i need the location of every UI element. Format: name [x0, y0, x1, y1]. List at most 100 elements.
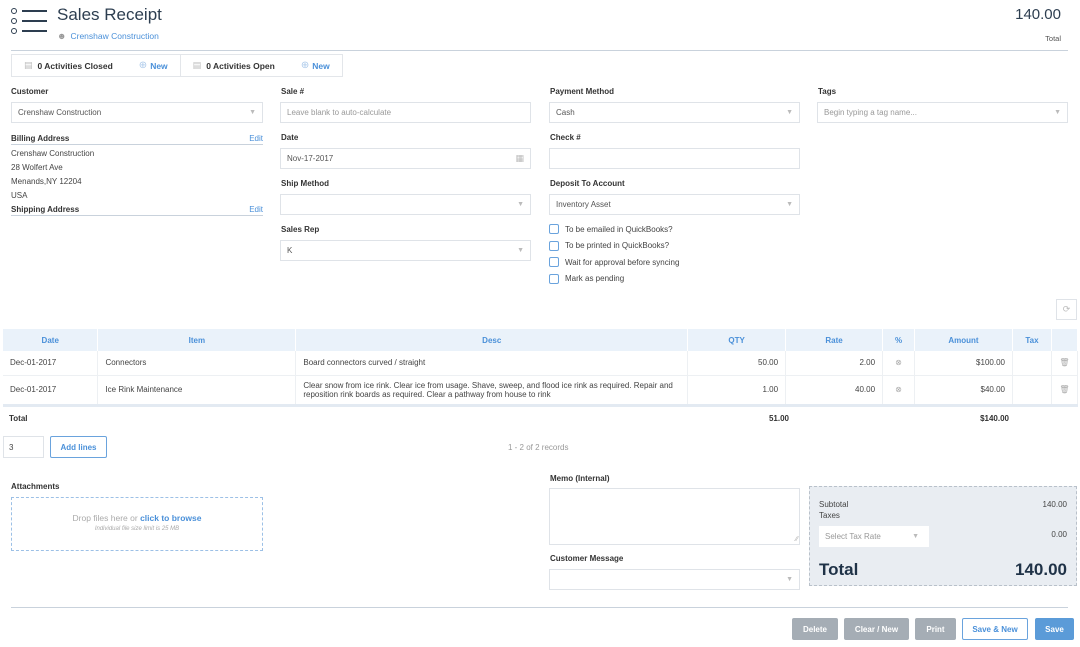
print-button[interactable]: Print: [915, 618, 956, 640]
browse-link[interactable]: click to browse: [140, 513, 201, 523]
deposit-to-label: Deposit To Account: [550, 179, 625, 188]
cell-qty[interactable]: 50.00: [687, 351, 787, 376]
attachments-label: Attachments: [11, 482, 60, 491]
totals-label: Total: [9, 414, 28, 423]
cell-percent[interactable]: ⊗: [882, 375, 916, 407]
file-size-limit: Individual file size limit is 25 MB: [94, 526, 180, 532]
circle-x-icon[interactable]: ⊗: [895, 358, 902, 367]
trash-icon[interactable]: 🗑: [1059, 385, 1069, 394]
chevron-down-icon: ▼: [912, 533, 919, 540]
calendar-icon[interactable]: ▦: [515, 153, 524, 164]
subtotal-label: Subtotal: [819, 500, 849, 509]
ship-method-select[interactable]: ▼: [280, 194, 531, 215]
checkbox-box[interactable]: [549, 240, 559, 251]
emailed-checkbox[interactable]: To be emailed in QuickBooks?: [549, 221, 679, 238]
customer-label: Customer: [11, 87, 49, 96]
cell-rate[interactable]: 2.00: [785, 351, 884, 376]
cell-percent[interactable]: ⊗: [882, 351, 916, 376]
save-button[interactable]: Save: [1035, 618, 1074, 640]
pending-checkbox[interactable]: Mark as pending: [549, 271, 679, 288]
customer-link-label: Crenshaw Construction: [70, 31, 159, 41]
page-title: Sales Receipt: [57, 5, 162, 24]
tags-input[interactable]: Begin typing a tag name... ▼: [817, 102, 1068, 123]
checkbox-box[interactable]: [549, 273, 559, 284]
header-total-label: Total: [1045, 34, 1061, 43]
column-header-rate[interactable]: Rate: [785, 329, 884, 351]
cell-amount[interactable]: $100.00: [914, 351, 1013, 376]
tags-placeholder: Begin typing a tag name...: [824, 108, 917, 117]
attachments-dropzone[interactable]: Drop files here or click to browse Indiv…: [11, 497, 263, 551]
cell-desc[interactable]: Board connectors curved / straight: [295, 351, 689, 376]
delete-button[interactable]: Delete: [792, 618, 838, 640]
cell-qty[interactable]: 1.00: [687, 375, 787, 407]
circle-x-icon[interactable]: ⊗: [895, 385, 902, 394]
check-number-label: Check #: [550, 133, 581, 142]
save-and-new-button[interactable]: Save & New: [962, 618, 1028, 640]
deposit-to-select[interactable]: Inventory Asset ▼: [549, 194, 800, 215]
column-header-desc[interactable]: Desc: [295, 329, 689, 351]
clear-new-button[interactable]: Clear / New: [844, 618, 909, 640]
cell-date[interactable]: Dec-01-2017: [3, 351, 99, 376]
cell-delete[interactable]: 🗑: [1051, 351, 1079, 376]
shipping-edit-link[interactable]: Edit: [249, 205, 263, 214]
customer-message-label: Customer Message: [550, 554, 624, 563]
column-header-qty[interactable]: QTY: [687, 329, 787, 351]
new-label: New: [150, 60, 168, 71]
add-lines-button[interactable]: Add lines: [50, 436, 107, 458]
approval-checkbox[interactable]: Wait for approval before syncing: [549, 254, 679, 271]
memo-textarea[interactable]: ∕∕: [549, 488, 800, 545]
grand-total-label: Total: [819, 560, 859, 579]
column-header-date[interactable]: Date: [3, 329, 99, 351]
table-totals-row: Total 51.00 $140.00: [9, 414, 1069, 426]
cell-item[interactable]: Connectors: [97, 351, 297, 376]
activities-closed-label: 0 Activities Closed: [37, 60, 113, 71]
sales-rep-select[interactable]: K ▼: [280, 240, 531, 261]
activities-open: ▤ 0 Activities Open ⊕ New: [179, 55, 342, 76]
trash-icon[interactable]: 🗑: [1059, 358, 1069, 367]
check-number-input[interactable]: [549, 148, 800, 169]
table-row[interactable]: Dec-01-2017 Connectors Board connectors …: [3, 351, 1079, 376]
checkbox-box[interactable]: [549, 224, 559, 235]
chevron-down-icon: ▼: [517, 247, 524, 254]
billing-address-header: Billing Address Edit: [11, 134, 263, 145]
cell-delete[interactable]: 🗑: [1051, 375, 1079, 407]
table-row[interactable]: Dec-01-2017 Ice Rink Maintenance Clear s…: [3, 375, 1079, 407]
footer-divider: [11, 607, 1068, 608]
refresh-button[interactable]: ⟳: [1056, 299, 1077, 320]
checkbox-box[interactable]: [549, 257, 559, 268]
payment-method-value: Cash: [556, 108, 575, 117]
sale-number-input[interactable]: Leave blank to auto-calculate: [280, 102, 531, 123]
cell-tax[interactable]: [1012, 351, 1052, 376]
activities-closed: ▤ 0 Activities Closed ⊕ New: [12, 55, 180, 76]
column-header-amount[interactable]: Amount: [914, 329, 1013, 351]
new-open-activity-button[interactable]: ⊕ New: [301, 60, 330, 71]
tax-rate-select[interactable]: Select Tax Rate ▼: [819, 526, 929, 547]
column-header-tax[interactable]: Tax: [1012, 329, 1052, 351]
column-header-percent[interactable]: %: [882, 329, 916, 351]
date-input[interactable]: Nov-17-2017 ▦: [280, 148, 531, 169]
customer-select[interactable]: Crenshaw Construction ▼: [11, 102, 263, 123]
address-line: 28 Wolfert Ave: [11, 163, 63, 172]
customer-message-select[interactable]: ▼: [549, 569, 800, 590]
new-closed-activity-button[interactable]: ⊕ New: [139, 60, 168, 71]
grand-total-value: 140.00: [1015, 560, 1067, 579]
list-logo-icon: [11, 8, 49, 42]
cell-amount[interactable]: $40.00: [914, 375, 1013, 407]
resize-grip-icon[interactable]: ∕∕: [796, 536, 798, 543]
column-header-item[interactable]: Item: [97, 329, 297, 351]
sales-rep-value: K: [287, 246, 293, 255]
chevron-down-icon: ▼: [786, 201, 793, 208]
cell-tax[interactable]: [1012, 375, 1052, 407]
header-divider: [11, 50, 1068, 51]
cell-date[interactable]: Dec-01-2017: [3, 375, 99, 407]
add-lines-count-input[interactable]: 3: [3, 436, 44, 458]
chevron-down-icon: ▼: [517, 201, 524, 208]
printed-checkbox[interactable]: To be printed in QuickBooks?: [549, 238, 679, 255]
cell-rate[interactable]: 40.00: [785, 375, 884, 407]
checkbox-label: Wait for approval before syncing: [565, 257, 680, 267]
cell-item[interactable]: Ice Rink Maintenance: [97, 375, 297, 407]
customer-link[interactable]: ☻ Crenshaw Construction: [57, 31, 159, 41]
cell-desc[interactable]: Clear snow from ice rink. Clear ice from…: [295, 375, 689, 407]
payment-method-select[interactable]: Cash ▼: [549, 102, 800, 123]
billing-edit-link[interactable]: Edit: [249, 134, 263, 143]
